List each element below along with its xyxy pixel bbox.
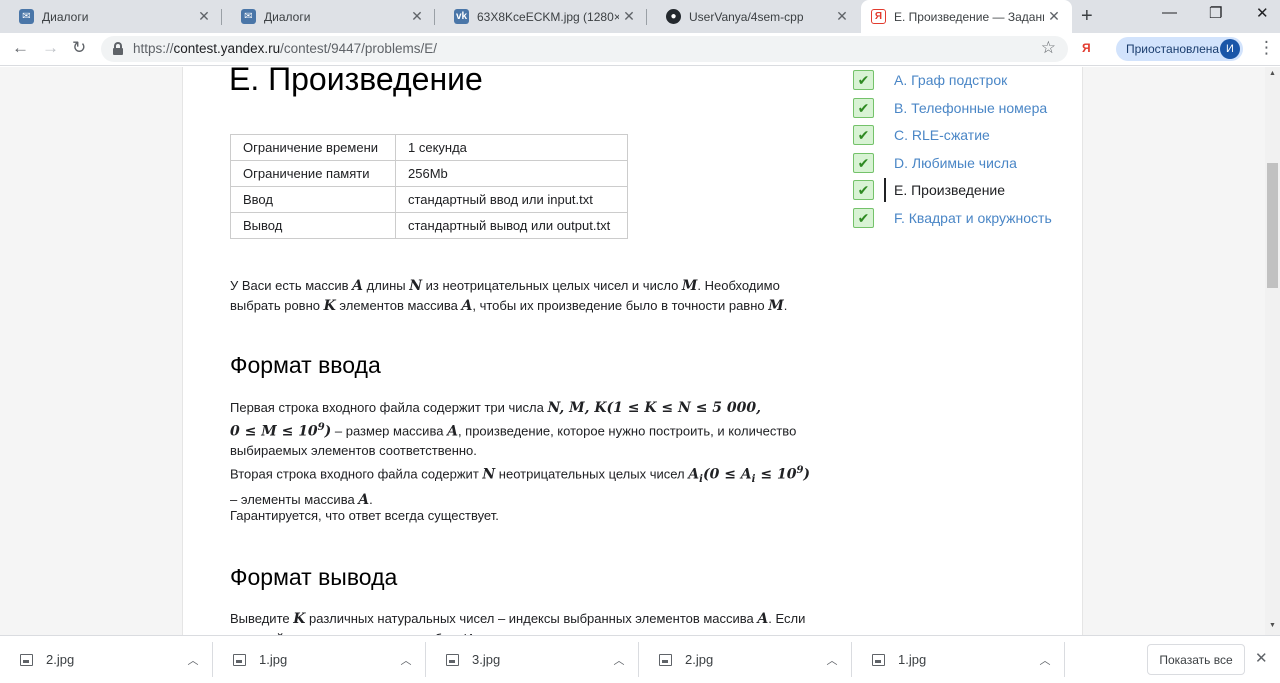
url-text[interactable]: https://contest.yandex.ru/contest/9447/p… bbox=[133, 41, 437, 56]
avatar: И bbox=[1220, 39, 1240, 59]
task-item-a[interactable]: ✔ A. Граф подстрок bbox=[853, 68, 1007, 92]
limit-key: Ограничение времени bbox=[230, 134, 396, 161]
download-item[interactable]: 2.jpg ︿ bbox=[0, 636, 213, 683]
download-item[interactable]: 1.jpg ︿ bbox=[213, 636, 426, 683]
output-format-heading: Формат вывода bbox=[230, 564, 398, 590]
limits-table: Ограничение времени 1 секунда Ограничение… bbox=[230, 134, 628, 239]
image-file-icon bbox=[872, 653, 885, 666]
table-row: Ограничение памяти 256Mb bbox=[230, 160, 628, 187]
browser-toolbar: ← → ↻ https://contest.yandex.ru/contest/… bbox=[0, 33, 1280, 66]
github-icon: ● bbox=[666, 9, 681, 24]
image-file-icon bbox=[233, 653, 246, 666]
chevron-up-icon[interactable]: ︿ bbox=[386, 652, 426, 668]
chevron-up-icon[interactable]: ︿ bbox=[1025, 652, 1065, 668]
bookmark-star-icon[interactable]: ☆ bbox=[1041, 38, 1056, 58]
close-window-icon[interactable]: ✕ bbox=[1256, 4, 1269, 22]
close-tab-icon[interactable]: ✕ bbox=[1044, 8, 1064, 25]
limit-key: Ввод bbox=[230, 186, 396, 213]
page-viewport: E. Произведение Ограничение времени 1 сек… bbox=[0, 67, 1265, 635]
limit-value: стандартный вывод или output.txt bbox=[395, 212, 628, 239]
address-bar[interactable]: https://contest.yandex.ru/contest/9447/p… bbox=[101, 36, 1068, 62]
checkmark-icon: ✔ bbox=[853, 153, 874, 173]
image-file-icon bbox=[446, 653, 459, 666]
tab-title: UserVanya/4sem-cpp bbox=[689, 9, 804, 24]
task-item-d[interactable]: ✔ D. Любимые числа bbox=[853, 151, 1017, 175]
table-row: Ограничение времени 1 секунда bbox=[230, 134, 628, 161]
yandex-icon: Я bbox=[871, 9, 886, 24]
vk-messages-icon: ✉ bbox=[19, 9, 34, 24]
download-item[interactable]: 2.jpg ︿ bbox=[639, 636, 852, 683]
chevron-up-icon[interactable]: ︿ bbox=[812, 652, 852, 668]
tab-dialogs-2[interactable]: ✉ Диалоги ✕ bbox=[222, 0, 435, 33]
image-file-icon bbox=[20, 653, 33, 666]
limit-value: стандартный ввод или input.txt bbox=[395, 186, 628, 213]
close-tab-icon[interactable]: ✕ bbox=[832, 8, 852, 25]
output-format-text: Выведите K различных натуральных чисел –… bbox=[230, 611, 806, 635]
show-all-button[interactable]: Показать все bbox=[1147, 644, 1245, 675]
checkmark-icon: ✔ bbox=[853, 70, 874, 90]
yandex-extension-icon[interactable]: Я bbox=[1082, 41, 1091, 55]
reload-icon[interactable]: ↻ bbox=[72, 38, 86, 58]
close-tab-icon[interactable]: ✕ bbox=[194, 8, 214, 25]
checkmark-icon: ✔ bbox=[853, 125, 874, 145]
profile-button[interactable]: Приостановлена И bbox=[1116, 37, 1243, 61]
image-file-icon bbox=[659, 653, 672, 666]
vk-messages-icon: ✉ bbox=[241, 9, 256, 24]
tab-strip: ✉ Диалоги ✕ ✉ Диалоги ✕ vk 63X8KceECKM.j… bbox=[0, 0, 1280, 33]
content-card: E. Произведение Ограничение времени 1 сек… bbox=[182, 67, 1083, 635]
guarantee-text: Гарантируется, что ответ всегда существу… bbox=[230, 508, 499, 523]
table-row: Ввод стандартный ввод или input.txt bbox=[230, 186, 628, 213]
vertical-scrollbar[interactable]: ▲ ▼ bbox=[1265, 67, 1280, 635]
download-bar: 2.jpg ︿ 1.jpg ︿ 3.jpg ︿ 2.jpg ︿ 1.jpg ︿ Показ… bbox=[0, 635, 1280, 682]
table-row: Вывод стандартный вывод или output.txt bbox=[230, 212, 628, 239]
tab-title: 63X8KceECKM.jpg (1280×682) bbox=[477, 9, 619, 24]
task-item-b[interactable]: ✔ B. Телефонные номера bbox=[853, 96, 1047, 120]
limit-value: 1 секунда bbox=[395, 134, 628, 161]
task-item-e-current[interactable]: ✔ E. Произведение bbox=[853, 178, 1005, 202]
tab-title: E. Произведение — Задание bbox=[894, 9, 1044, 24]
lock-icon bbox=[113, 42, 123, 55]
task-item-f[interactable]: ✔ F. Квадрат и окружность bbox=[853, 206, 1052, 230]
tab-title: Диалоги bbox=[264, 9, 311, 24]
forward-arrow-icon[interactable]: → bbox=[42, 38, 59, 58]
limit-key: Ограничение памяти bbox=[230, 160, 396, 187]
download-item[interactable]: 1.jpg ︿ bbox=[852, 636, 1065, 683]
tab-contest[interactable]: Я E. Произведение — Задание ✕ bbox=[861, 0, 1072, 33]
menu-dots-icon[interactable]: ⋮ bbox=[1258, 38, 1275, 58]
tab-title: Диалоги bbox=[42, 9, 89, 24]
back-arrow-icon[interactable]: ← bbox=[12, 38, 29, 58]
new-tab-icon[interactable]: + bbox=[1081, 5, 1093, 28]
scroll-down-icon[interactable]: ▼ bbox=[1269, 622, 1276, 629]
input-format-text: Первая строка входного файла содержит тр… bbox=[230, 400, 811, 509]
close-download-bar-icon[interactable]: ✕ bbox=[1255, 649, 1268, 667]
tab-github[interactable]: ● UserVanya/4sem-cpp ✕ bbox=[647, 0, 860, 33]
profile-label: Приостановлена bbox=[1126, 42, 1220, 56]
page-title: E. Произведение bbox=[229, 67, 483, 97]
download-item[interactable]: 3.jpg ︿ bbox=[426, 636, 639, 683]
limit-key: Вывод bbox=[230, 212, 396, 239]
close-tab-icon[interactable]: ✕ bbox=[619, 8, 639, 25]
maximize-icon[interactable]: ❐ bbox=[1209, 4, 1222, 22]
checkmark-icon: ✔ bbox=[853, 208, 874, 228]
chevron-up-icon[interactable]: ︿ bbox=[599, 652, 639, 668]
close-tab-icon[interactable]: ✕ bbox=[407, 8, 427, 25]
tab-dialogs-1[interactable]: ✉ Диалоги ✕ bbox=[0, 0, 222, 33]
scroll-up-icon[interactable]: ▲ bbox=[1269, 70, 1276, 77]
input-format-heading: Формат ввода bbox=[230, 352, 381, 378]
vk-icon: vk bbox=[454, 9, 469, 24]
task-item-c[interactable]: ✔ C. RLE-сжатие bbox=[853, 123, 990, 147]
tab-image[interactable]: vk 63X8KceECKM.jpg (1280×682) ✕ bbox=[435, 0, 647, 33]
checkmark-icon: ✔ bbox=[853, 98, 874, 118]
checkmark-icon: ✔ bbox=[853, 180, 874, 200]
chevron-up-icon[interactable]: ︿ bbox=[173, 652, 213, 668]
problem-statement: У Васи есть массив A длины N из неотрица… bbox=[230, 278, 788, 314]
scrollbar-thumb[interactable] bbox=[1267, 163, 1278, 288]
minimize-icon[interactable]: — bbox=[1162, 4, 1177, 21]
limit-value: 256Mb bbox=[395, 160, 628, 187]
